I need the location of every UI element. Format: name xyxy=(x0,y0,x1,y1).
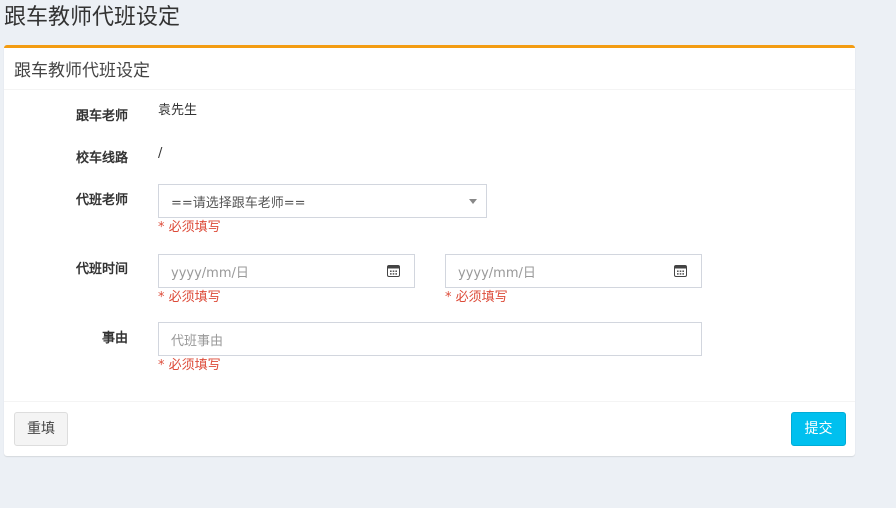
form-box: 跟车教师代班设定 跟车老师 袁先生 校车线路 / 代班老师 ==请选择跟车老师=… xyxy=(4,45,855,456)
start-date-input[interactable]: yyyy/mm/日 xyxy=(158,254,415,288)
substitute-time-label: 代班时间 xyxy=(75,262,128,277)
calendar-icon[interactable] xyxy=(387,264,400,277)
reason-input[interactable]: 代班事由 xyxy=(158,322,702,356)
end-date-input[interactable]: yyyy/mm/日 xyxy=(445,254,702,288)
box-footer: 重填 提交 xyxy=(4,401,855,456)
chevron-down-icon xyxy=(469,199,477,204)
page-title: 跟车教师代班设定 xyxy=(4,5,181,30)
reason-label: 事由 xyxy=(101,331,128,346)
start-date-placeholder: yyyy/mm/日 xyxy=(171,265,249,281)
substitute-teacher-select[interactable]: ==请选择跟车老师== xyxy=(158,184,487,218)
substitute-teacher-label: 代班老师 xyxy=(75,193,128,208)
bus-route-value: / xyxy=(158,146,163,161)
reason-required-hint: * 必须填写 xyxy=(158,358,221,373)
reason-placeholder: 代班事由 xyxy=(171,333,224,349)
escort-teacher-label: 跟车老师 xyxy=(75,109,128,124)
substitute-teacher-required-hint: * 必须填写 xyxy=(158,220,221,235)
end-date-placeholder: yyyy/mm/日 xyxy=(458,265,536,281)
bus-route-label: 校车线路 xyxy=(75,151,128,166)
box-header: 跟车教师代班设定 xyxy=(4,48,855,90)
escort-teacher-value: 袁先生 xyxy=(158,103,198,118)
calendar-icon[interactable] xyxy=(674,264,687,277)
submit-button[interactable]: 提交 xyxy=(791,412,846,446)
box-title: 跟车教师代班设定 xyxy=(14,61,150,81)
end-date-required-hint: * 必须填写 xyxy=(445,290,508,305)
substitute-teacher-selected: ==请选择跟车老师== xyxy=(171,195,306,211)
reset-button[interactable]: 重填 xyxy=(14,412,68,446)
start-date-required-hint: * 必须填写 xyxy=(158,290,221,305)
